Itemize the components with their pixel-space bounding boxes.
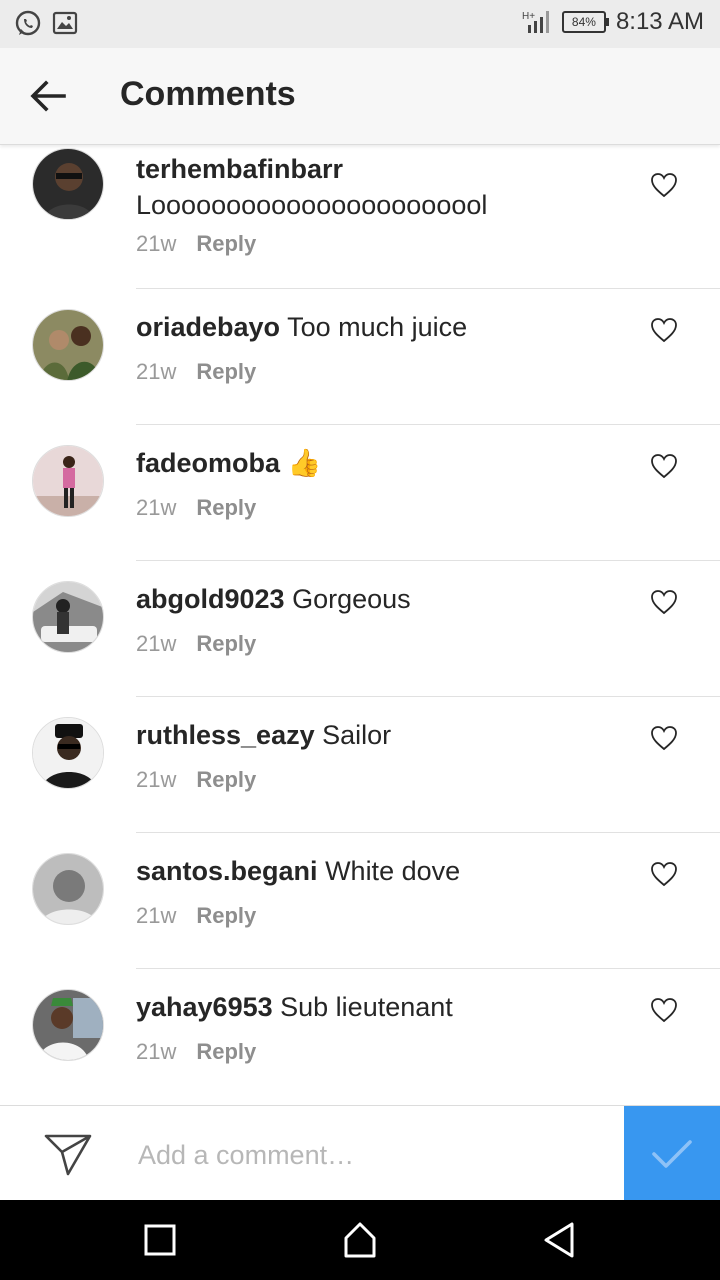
comment-item: fadeomoba 👍 21w Reply [0, 425, 720, 561]
comment-username[interactable]: terhembafinbarr [136, 154, 343, 184]
status-time: 8:13 AM [615, 8, 704, 35]
comment-body: Sailor [322, 720, 392, 750]
avatar[interactable] [32, 148, 104, 220]
comment-username[interactable]: fadeomoba [136, 448, 280, 478]
comment-body: Looooooooooooooooooooool [136, 190, 488, 220]
comment-body: 👍 [287, 448, 322, 478]
avatar[interactable] [32, 853, 104, 925]
avatar[interactable] [32, 309, 104, 381]
comment-username[interactable]: santos.begani [136, 856, 318, 886]
avatar[interactable] [32, 989, 104, 1061]
recents-icon[interactable] [138, 1218, 182, 1262]
comment-body: Sub lieutenant [280, 992, 453, 1022]
post-comment-button[interactable] [624, 1106, 720, 1201]
comment-item: terhembafinbarr Looooooooooooooooooooool… [0, 145, 720, 289]
comment-item: abgold9023 Gorgeous 21w Reply [0, 561, 720, 697]
comment-username[interactable]: ruthless_eazy [136, 720, 315, 750]
page-title: Comments [120, 75, 296, 113]
comment-list[interactable]: terhembafinbarr Looooooooooooooooooooool… [0, 145, 720, 1105]
reply-button[interactable]: Reply [196, 495, 256, 521]
like-heart-icon[interactable] [650, 172, 678, 198]
gallery-icon [52, 11, 78, 35]
battery-level: 84% [571, 15, 596, 29]
comment-text: fadeomoba 👍 [136, 445, 626, 481]
comment-text: yahay6953 Sub lieutenant [136, 989, 626, 1025]
reply-button[interactable]: Reply [196, 631, 256, 657]
app-header: Comments [0, 48, 720, 145]
checkmark-icon [652, 1140, 692, 1168]
comment-input[interactable] [136, 1130, 610, 1180]
comment-meta: 21w Reply [136, 1039, 256, 1065]
status-bar: H+ 84% 8:13 AM [0, 0, 720, 48]
like-heart-icon[interactable] [650, 453, 678, 479]
comment-item: ruthless_eazy Sailor 21w Reply [0, 697, 720, 833]
avatar[interactable] [32, 445, 104, 517]
comment-age: 21w [136, 231, 177, 256]
comment-body: Too much juice [287, 312, 468, 342]
home-icon[interactable] [338, 1218, 382, 1262]
comment-body: White dove [325, 856, 461, 886]
comment-meta: 21w Reply [136, 495, 256, 521]
comment-age: 21w [136, 495, 177, 520]
like-heart-icon[interactable] [650, 317, 678, 343]
back-arrow-icon[interactable] [28, 78, 68, 114]
comment-composer [0, 1105, 720, 1201]
whatsapp-icon [15, 10, 41, 36]
comment-item: santos.begani White dove 21w Reply [0, 833, 720, 969]
avatar[interactable] [32, 581, 104, 653]
reply-button[interactable]: Reply [196, 903, 256, 929]
comment-text: oriadebayo Too much juice [136, 309, 626, 345]
comment-username[interactable]: oriadebayo [136, 312, 280, 342]
reply-button[interactable]: Reply [196, 359, 256, 385]
comment-username[interactable]: abgold9023 [136, 584, 285, 614]
comment-meta: 21w Reply [136, 631, 256, 657]
reply-button[interactable]: Reply [196, 1039, 256, 1065]
comment-meta: 21w Reply [136, 231, 256, 257]
comment-age: 21w [136, 631, 177, 656]
like-heart-icon[interactable] [650, 589, 678, 615]
direct-send-icon[interactable] [42, 1132, 94, 1176]
comment-meta: 21w Reply [136, 359, 256, 385]
battery-icon: 84% [561, 11, 609, 33]
comment-age: 21w [136, 903, 177, 928]
like-heart-icon[interactable] [650, 997, 678, 1023]
status-left-icons [14, 10, 78, 38]
status-right: H+ 84% 8:13 AM [522, 8, 704, 36]
comment-age: 21w [136, 1039, 177, 1064]
comment-text: santos.begani White dove [136, 853, 626, 889]
comment-meta: 21w Reply [136, 903, 256, 929]
system-nav-bar [0, 1200, 720, 1280]
comment-age: 21w [136, 359, 177, 384]
comment-text: ruthless_eazy Sailor [136, 717, 626, 753]
reply-button[interactable]: Reply [196, 231, 256, 257]
svg-text:H+: H+ [522, 11, 535, 22]
comment-text: terhembafinbarr Looooooooooooooooooooool [136, 151, 626, 223]
comment-meta: 21w Reply [136, 767, 256, 793]
comment-item: yahay6953 Sub lieutenant 21w Reply [0, 969, 720, 1105]
back-icon[interactable] [538, 1218, 582, 1262]
avatar[interactable] [32, 717, 104, 789]
like-heart-icon[interactable] [650, 861, 678, 887]
comment-age: 21w [136, 767, 177, 792]
comment-item: oriadebayo Too much juice 21w Reply [0, 289, 720, 425]
comment-body: Gorgeous [292, 584, 411, 614]
signal-icon: H+ [522, 11, 549, 33]
comment-username[interactable]: yahay6953 [136, 992, 273, 1022]
reply-button[interactable]: Reply [196, 767, 256, 793]
like-heart-icon[interactable] [650, 725, 678, 751]
comment-text: abgold9023 Gorgeous [136, 581, 626, 617]
